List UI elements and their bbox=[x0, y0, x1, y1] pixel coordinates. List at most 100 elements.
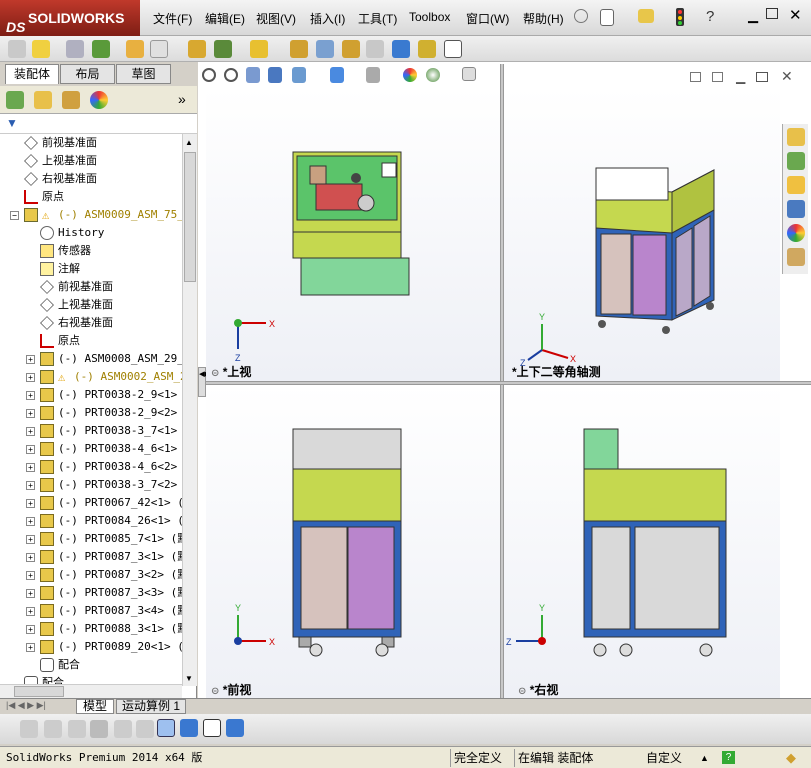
hscroll-thumb[interactable] bbox=[14, 686, 64, 697]
insert-component-icon[interactable] bbox=[32, 40, 50, 58]
zoom-to-fit-icon[interactable] bbox=[202, 68, 216, 82]
display-manager-icon[interactable] bbox=[90, 91, 108, 109]
tree-expand-toggle-icon[interactable]: + bbox=[26, 391, 35, 400]
edit-appearance-icon[interactable] bbox=[403, 68, 417, 82]
minimize-icon[interactable]: ▁ bbox=[748, 8, 758, 24]
custom-properties-icon[interactable] bbox=[787, 248, 805, 266]
solidworks-resources-icon[interactable] bbox=[787, 128, 805, 146]
view-cube-icon[interactable] bbox=[226, 719, 244, 737]
menu-tools[interactable]: 工具(T) bbox=[358, 10, 397, 27]
tree-filter[interactable]: ▼ bbox=[0, 114, 197, 134]
viewport-top[interactable]: X Z ⊝ *上视 bbox=[206, 88, 500, 381]
pushpin-icon[interactable] bbox=[574, 9, 588, 23]
doc-close-icon[interactable]: ✕ bbox=[781, 68, 793, 85]
display-style-icon[interactable] bbox=[330, 67, 344, 83]
previous-view-icon[interactable] bbox=[246, 67, 260, 83]
tree-expand-toggle-icon[interactable]: + bbox=[26, 553, 35, 562]
view-palette-icon[interactable] bbox=[787, 200, 805, 218]
show-hidden-icon[interactable] bbox=[188, 40, 206, 58]
instant3d-icon[interactable] bbox=[444, 40, 462, 58]
view-orientation-icon[interactable] bbox=[292, 67, 306, 83]
reference-geometry-icon[interactable] bbox=[250, 40, 268, 58]
tree-expand-toggle-icon[interactable]: + bbox=[26, 499, 35, 508]
viewport-single-icon[interactable] bbox=[690, 72, 701, 82]
tree-expand-toggle-icon[interactable]: + bbox=[26, 607, 35, 616]
graphics-area[interactable]: ▁ ✕ ◀▶ X Z ⊝ *上视 X Y Z *上下二等角轴测 X Y ⊝ *前… bbox=[198, 62, 811, 698]
hide-show-items-icon[interactable] bbox=[366, 67, 380, 83]
panel-collapse-handle[interactable]: ◀▶ bbox=[198, 367, 210, 397]
traffic-light-icon[interactable] bbox=[676, 8, 684, 26]
mate-icon[interactable] bbox=[66, 40, 84, 58]
units-up-arrow-icon[interactable]: ▲ bbox=[700, 749, 709, 767]
solidworks-logo[interactable]: DS SOLIDWORKS bbox=[0, 0, 140, 36]
help-question-icon[interactable]: ? bbox=[706, 8, 714, 25]
tree-expand-toggle-icon[interactable]: + bbox=[26, 355, 35, 364]
open-folder-icon[interactable] bbox=[638, 9, 654, 23]
doc-minimize-icon[interactable]: ▁ bbox=[736, 70, 745, 84]
panel-expand-chevron-icon[interactable]: » bbox=[178, 91, 186, 107]
menu-window[interactable]: 窗口(W) bbox=[466, 10, 509, 27]
tree-expand-toggle-icon[interactable]: + bbox=[26, 643, 35, 652]
tree-expand-toggle-icon[interactable]: + bbox=[26, 373, 35, 382]
section-view-icon[interactable] bbox=[268, 67, 282, 83]
menu-file[interactable]: 文件(F) bbox=[153, 10, 192, 27]
tree-horizontal-scrollbar[interactable] bbox=[0, 684, 182, 698]
tree-expand-toggle-icon[interactable]: + bbox=[26, 445, 35, 454]
perspective-icon[interactable] bbox=[180, 719, 198, 737]
tree-expand-toggle-icon[interactable]: + bbox=[26, 427, 35, 436]
status-units[interactable]: 自定义 bbox=[646, 749, 682, 767]
scroll-up-arrow-icon[interactable]: ▲ bbox=[185, 138, 193, 147]
view-settings-icon[interactable] bbox=[462, 67, 476, 81]
layout-split-icon[interactable] bbox=[157, 719, 175, 737]
smart-fasteners-icon[interactable] bbox=[126, 40, 144, 58]
zoom-to-area-icon[interactable] bbox=[224, 68, 238, 82]
file-explorer-icon[interactable] bbox=[787, 176, 805, 194]
tree-expand-toggle-icon[interactable]: + bbox=[26, 535, 35, 544]
interference-detection-icon[interactable] bbox=[392, 40, 410, 58]
tab-model[interactable]: 模型 bbox=[76, 699, 114, 714]
property-manager-icon[interactable] bbox=[34, 91, 52, 109]
close-icon[interactable]: ✕ bbox=[789, 6, 802, 24]
four-view-icon[interactable] bbox=[203, 719, 221, 737]
hidden-lines-removed-icon[interactable] bbox=[68, 720, 86, 738]
tree-expand-toggle-icon[interactable]: + bbox=[26, 481, 35, 490]
tree-expand-toggle-icon[interactable]: − bbox=[10, 211, 19, 220]
tree-vertical-scrollbar[interactable]: ▲ ▼ bbox=[182, 134, 197, 686]
status-tag-icon[interactable]: ◆ bbox=[786, 749, 796, 767]
viewport-isometric[interactable]: X Y Z *上下二等角轴测 bbox=[504, 88, 780, 381]
tree-expand-toggle-icon[interactable]: + bbox=[26, 409, 35, 418]
scroll-thumb[interactable] bbox=[184, 152, 196, 282]
new-document-icon[interactable] bbox=[600, 9, 614, 26]
tab-assembly[interactable]: 装配体 bbox=[5, 64, 59, 84]
linear-pattern-icon[interactable] bbox=[92, 40, 110, 58]
tree-expand-toggle-icon[interactable]: + bbox=[26, 571, 35, 580]
appearances-icon[interactable] bbox=[787, 224, 805, 242]
doc-restore-icon[interactable] bbox=[756, 72, 768, 82]
tree-expand-toggle-icon[interactable]: + bbox=[26, 463, 35, 472]
hidden-lines-visible-icon[interactable] bbox=[44, 720, 62, 738]
bill-of-materials-icon[interactable] bbox=[316, 40, 334, 58]
tree-expand-toggle-icon[interactable]: + bbox=[26, 589, 35, 598]
tree-expand-toggle-icon[interactable]: + bbox=[26, 517, 35, 526]
design-library-icon[interactable] bbox=[787, 152, 805, 170]
explode-line-icon[interactable] bbox=[366, 40, 384, 58]
menu-toolbox[interactable]: Toolbox bbox=[409, 10, 450, 24]
tab-sketch[interactable]: 草图 bbox=[116, 64, 171, 84]
menu-insert[interactable]: 插入(I) bbox=[310, 10, 345, 27]
exploded-view-icon[interactable] bbox=[342, 40, 360, 58]
rebuild-icon[interactable] bbox=[8, 40, 26, 58]
assembly-features-icon[interactable] bbox=[214, 40, 232, 58]
shaded-edges-icon[interactable] bbox=[90, 720, 108, 738]
apply-scene-icon[interactable] bbox=[426, 68, 440, 82]
menu-edit[interactable]: 编辑(E) bbox=[205, 10, 245, 27]
viewport-right[interactable]: Z Y ⊝ *右视 bbox=[504, 385, 780, 698]
status-help-icon[interactable]: ? bbox=[722, 751, 735, 764]
tab-nav-arrows-icon[interactable]: |◀ ◀ ▶ ▶| bbox=[6, 700, 46, 711]
wireframe-icon[interactable] bbox=[20, 720, 38, 738]
restore-icon[interactable] bbox=[766, 8, 778, 19]
configuration-manager-icon[interactable] bbox=[62, 91, 80, 109]
viewport-link-icon[interactable] bbox=[712, 72, 723, 82]
filter-funnel-icon[interactable]: ▼ bbox=[6, 116, 18, 130]
move-component-icon[interactable] bbox=[150, 40, 168, 58]
tab-motion-study[interactable]: 运动算例 1 bbox=[116, 699, 186, 714]
